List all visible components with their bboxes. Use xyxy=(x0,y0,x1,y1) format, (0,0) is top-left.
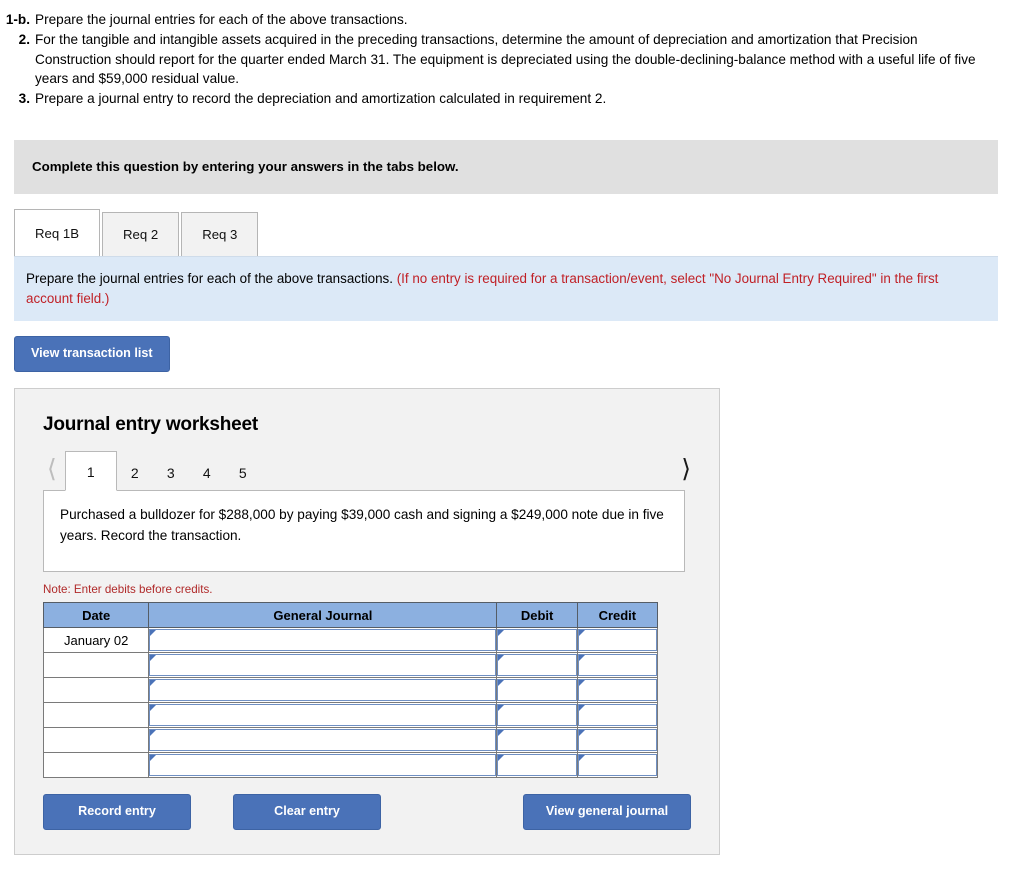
tab-req-3[interactable]: Req 3 xyxy=(181,212,259,257)
debit-input-field[interactable] xyxy=(497,704,577,727)
page-tab-1[interactable]: 1 xyxy=(64,451,117,492)
requirement-item: 1-b. Prepare the journal entries for eac… xyxy=(4,10,1010,29)
account-select-field[interactable] xyxy=(149,654,497,677)
requirement-text: For the tangible and intangible assets a… xyxy=(35,32,976,86)
debit-cell[interactable] xyxy=(496,752,578,779)
chevron-left-icon[interactable]: ⟨ xyxy=(43,457,65,490)
credit-cell[interactable] xyxy=(576,677,659,704)
requirement-item: 3. Prepare a journal entry to record the… xyxy=(4,89,1010,108)
journal-entry-table: Date General Journal Debit Credit Januar… xyxy=(42,602,659,779)
page-tab-2[interactable]: 2 xyxy=(117,457,153,490)
date-cell[interactable] xyxy=(42,727,150,754)
table-header-row: Date General Journal Debit Credit xyxy=(42,602,659,629)
date-cell[interactable] xyxy=(42,677,150,704)
tab-req-2[interactable]: Req 2 xyxy=(102,212,180,257)
credit-input-field[interactable] xyxy=(577,729,657,752)
general-journal-cell[interactable] xyxy=(148,752,498,779)
date-cell[interactable] xyxy=(42,652,150,679)
worksheet-action-buttons: Record entry Clear entry View general jo… xyxy=(43,794,691,831)
debit-cell[interactable] xyxy=(496,727,578,754)
requirement-item: 2. For the tangible and intangible asset… xyxy=(4,30,1010,88)
general-journal-cell[interactable] xyxy=(148,702,498,729)
general-journal-cell[interactable] xyxy=(148,627,498,654)
table-row xyxy=(42,752,659,779)
debit-input-field[interactable] xyxy=(497,679,577,702)
debit-input-field[interactable] xyxy=(497,654,577,677)
general-journal-cell[interactable] xyxy=(148,652,498,679)
debit-cell[interactable] xyxy=(496,702,578,729)
debit-cell[interactable] xyxy=(496,627,578,654)
requirement-number: 2. xyxy=(18,32,30,48)
view-transaction-list-button[interactable]: View transaction list xyxy=(14,336,170,373)
debit-input-field[interactable] xyxy=(497,729,577,752)
account-select-field[interactable] xyxy=(149,704,497,727)
credit-cell[interactable] xyxy=(576,627,659,654)
debit-input-field[interactable] xyxy=(497,754,577,777)
general-journal-cell[interactable] xyxy=(148,727,498,754)
credit-input-field[interactable] xyxy=(577,654,657,677)
table-row xyxy=(42,702,659,729)
requirement-tabs: Req 1B Req 2 Req 3 xyxy=(14,209,1024,257)
view-general-journal-button[interactable]: View general journal xyxy=(523,794,691,831)
account-select-field[interactable] xyxy=(149,679,497,702)
page-tab-5[interactable]: 5 xyxy=(225,457,261,490)
credit-cell[interactable] xyxy=(576,702,659,729)
table-row: January 02 xyxy=(42,627,659,654)
chevron-right-icon[interactable]: ⟩ xyxy=(677,457,697,490)
debit-cell[interactable] xyxy=(496,677,578,704)
tab-req-1b[interactable]: Req 1B xyxy=(14,209,100,257)
column-header-date: Date xyxy=(42,602,150,629)
instruction-banner: Prepare the journal entries for each of … xyxy=(14,256,998,322)
clear-entry-button[interactable]: Clear entry xyxy=(233,794,381,831)
column-header-credit: Credit xyxy=(576,602,659,629)
account-select-field[interactable] xyxy=(149,729,497,752)
debits-before-credits-note: Note: Enter debits before credits. xyxy=(43,583,213,597)
page-tab-3[interactable]: 3 xyxy=(153,457,189,490)
table-row xyxy=(42,727,659,754)
date-cell[interactable] xyxy=(42,702,150,729)
general-journal-cell[interactable] xyxy=(148,677,498,704)
transaction-description: Purchased a bulldozer for $288,000 by pa… xyxy=(43,490,685,573)
date-cell[interactable] xyxy=(42,752,150,779)
table-row xyxy=(42,652,659,679)
credit-input-field[interactable] xyxy=(577,754,657,777)
table-row xyxy=(42,677,659,704)
column-header-general-journal: General Journal xyxy=(148,602,498,629)
credit-input-field[interactable] xyxy=(577,704,657,727)
journal-entry-worksheet-panel: Journal entry worksheet ⟨ 1 2 3 4 5 ⟩ Pu… xyxy=(14,388,720,856)
date-cell[interactable]: January 02 xyxy=(42,627,150,654)
credit-input-field[interactable] xyxy=(577,629,657,652)
requirement-text: Prepare a journal entry to record the de… xyxy=(35,91,607,107)
complete-question-banner: Complete this question by entering your … xyxy=(14,140,998,195)
credit-cell[interactable] xyxy=(576,727,659,754)
credit-cell[interactable] xyxy=(576,652,659,679)
worksheet-title: Journal entry worksheet xyxy=(43,414,259,436)
instruction-main-text: Prepare the journal entries for each of … xyxy=(26,271,393,287)
account-select-field[interactable] xyxy=(149,629,497,652)
record-entry-button[interactable]: Record entry xyxy=(43,794,191,831)
requirement-number: 1-b. xyxy=(5,12,30,27)
worksheet-pager: ⟨ 1 2 3 4 5 ⟩ xyxy=(43,450,697,492)
column-header-debit: Debit xyxy=(496,602,578,629)
account-select-field[interactable] xyxy=(149,754,497,777)
debit-input-field[interactable] xyxy=(497,629,577,652)
page-tab-4[interactable]: 4 xyxy=(189,457,225,490)
requirement-number: 3. xyxy=(18,91,30,107)
credit-cell[interactable] xyxy=(576,752,659,779)
requirements-list: 1-b. Prepare the journal entries for eac… xyxy=(0,0,1024,108)
credit-input-field[interactable] xyxy=(577,679,657,702)
debit-cell[interactable] xyxy=(496,652,578,679)
requirement-text: Prepare the journal entries for each of … xyxy=(35,12,408,27)
